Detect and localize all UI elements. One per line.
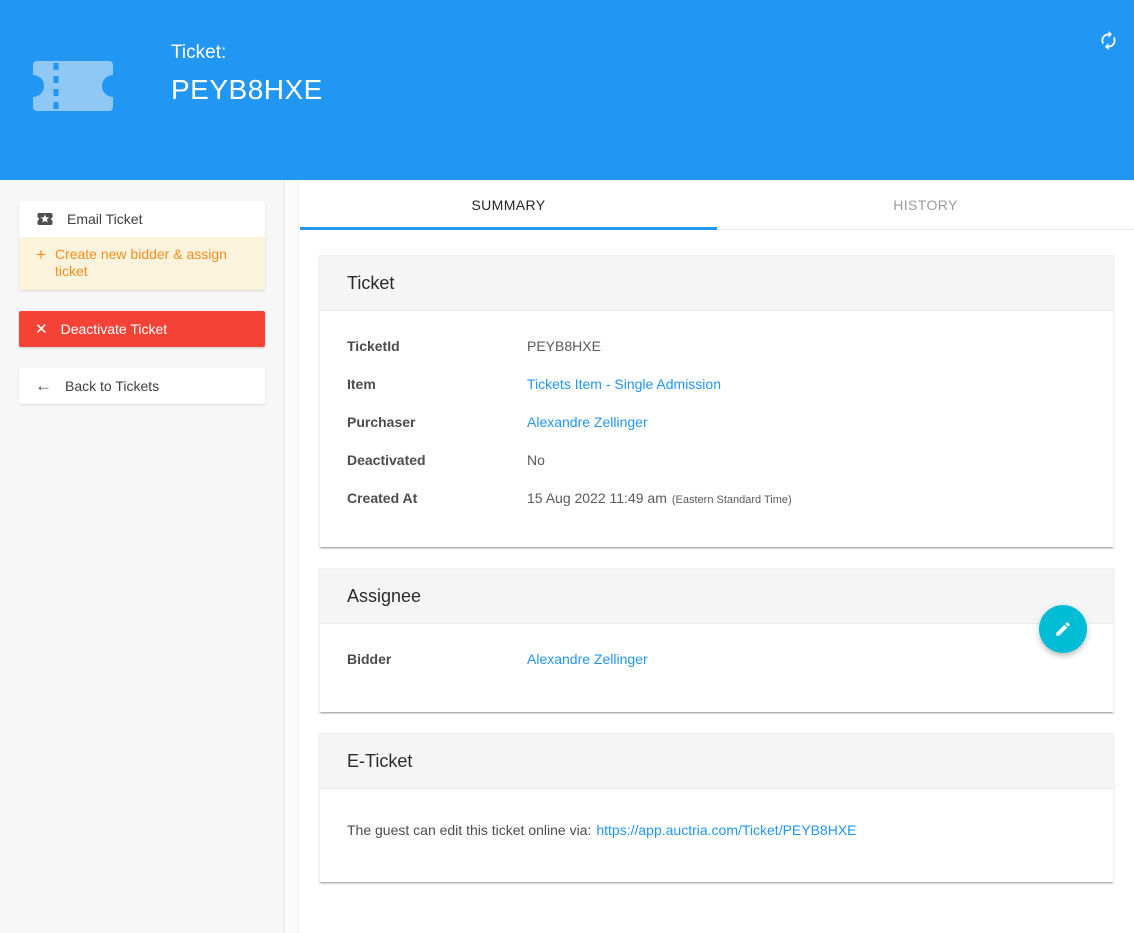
email-ticket-label: Email Ticket bbox=[67, 211, 142, 227]
sidebar-button-group: Email Ticket + Create new bidder & assig… bbox=[19, 201, 265, 290]
close-icon: ✕ bbox=[35, 320, 48, 338]
back-to-tickets-button[interactable]: ← Back to Tickets bbox=[19, 368, 265, 404]
deactivate-ticket-button[interactable]: ✕ Deactivate Ticket bbox=[19, 311, 265, 347]
field-row-bidder: Bidder Alexandre Zellinger bbox=[347, 640, 1086, 678]
sidebar: Email Ticket + Create new bidder & assig… bbox=[0, 180, 285, 933]
field-label: Deactivated bbox=[347, 452, 527, 468]
field-value: PEYB8HXE bbox=[527, 338, 601, 354]
field-label: Bidder bbox=[347, 651, 527, 667]
eticket-card-body: The guest can edit this ticket online vi… bbox=[320, 789, 1113, 882]
field-value: No bbox=[527, 452, 545, 468]
main-panel: SUMMARY HISTORY Ticket TicketId PEYB8HXE… bbox=[300, 180, 1134, 933]
back-arrow-icon: ← bbox=[35, 376, 52, 396]
bidder-link[interactable]: Alexandre Zellinger bbox=[527, 651, 648, 667]
tab-bar: SUMMARY HISTORY bbox=[300, 180, 1134, 230]
eticket-card: E-Ticket The guest can edit this ticket … bbox=[319, 733, 1114, 882]
tab-summary[interactable]: SUMMARY bbox=[300, 180, 717, 229]
item-link[interactable]: Tickets Item - Single Admission bbox=[527, 376, 721, 392]
tab-history[interactable]: HISTORY bbox=[717, 180, 1134, 229]
field-row-purchaser: Purchaser Alexandre Zellinger bbox=[347, 403, 1086, 441]
summary-content: Ticket TicketId PEYB8HXE Item Tickets It… bbox=[300, 230, 1134, 882]
ticket-card: Ticket TicketId PEYB8HXE Item Tickets It… bbox=[319, 255, 1114, 547]
header-ticket-label: Ticket: bbox=[171, 42, 323, 64]
email-ticket-button[interactable]: Email Ticket bbox=[19, 201, 265, 237]
purchaser-link[interactable]: Alexandre Zellinger bbox=[527, 414, 648, 430]
edit-assignee-button[interactable] bbox=[1039, 605, 1087, 653]
field-value: 15 Aug 2022 11:49 am (Eastern Standard Ti… bbox=[527, 490, 792, 506]
ticket-star-icon bbox=[36, 210, 54, 228]
eticket-text: The guest can edit this ticket online vi… bbox=[347, 822, 591, 838]
create-bidder-button[interactable]: + Create new bidder & assign ticket bbox=[19, 237, 265, 290]
field-label: Item bbox=[347, 376, 527, 392]
field-row-deactivated: Deactivated No bbox=[347, 441, 1086, 479]
ticket-card-body: TicketId PEYB8HXE Item Tickets Item - Si… bbox=[320, 311, 1113, 547]
plus-icon: + bbox=[36, 246, 46, 263]
field-row-ticketid: TicketId PEYB8HXE bbox=[347, 327, 1086, 365]
assignee-card-body: Bidder Alexandre Zellinger bbox=[320, 624, 1113, 712]
pencil-icon bbox=[1054, 620, 1072, 638]
ticket-card-title: Ticket bbox=[320, 256, 1113, 311]
field-label: TicketId bbox=[347, 338, 527, 354]
refresh-button[interactable] bbox=[1096, 31, 1120, 55]
eticket-card-title: E-Ticket bbox=[320, 734, 1113, 789]
assignee-card: Assignee Bidder Alexandre Zellinger bbox=[319, 568, 1114, 712]
eticket-link[interactable]: https://app.auctria.com/Ticket/PEYB8HXE bbox=[596, 822, 856, 838]
field-label: Created At bbox=[347, 490, 527, 506]
ticket-icon bbox=[33, 56, 113, 121]
created-at-value: 15 Aug 2022 11:49 am bbox=[527, 490, 667, 506]
deactivate-ticket-label: Deactivate Ticket bbox=[61, 321, 168, 337]
refresh-icon bbox=[1098, 30, 1119, 56]
field-row-created-at: Created At 15 Aug 2022 11:49 am (Eastern … bbox=[347, 479, 1086, 517]
timezone-suffix: (Eastern Standard Time) bbox=[672, 494, 792, 506]
create-bidder-label: Create new bidder & assign ticket bbox=[55, 246, 248, 280]
app-header: Ticket: PEYB8HXE bbox=[0, 0, 1134, 180]
header-ticket-id: PEYB8HXE bbox=[171, 74, 323, 106]
field-label: Purchaser bbox=[347, 414, 527, 430]
sidebar-gutter bbox=[286, 180, 299, 933]
field-row-item: Item Tickets Item - Single Admission bbox=[347, 365, 1086, 403]
page-title: Ticket: PEYB8HXE bbox=[171, 42, 323, 106]
back-to-tickets-label: Back to Tickets bbox=[65, 378, 159, 394]
assignee-card-title: Assignee bbox=[320, 569, 1113, 624]
